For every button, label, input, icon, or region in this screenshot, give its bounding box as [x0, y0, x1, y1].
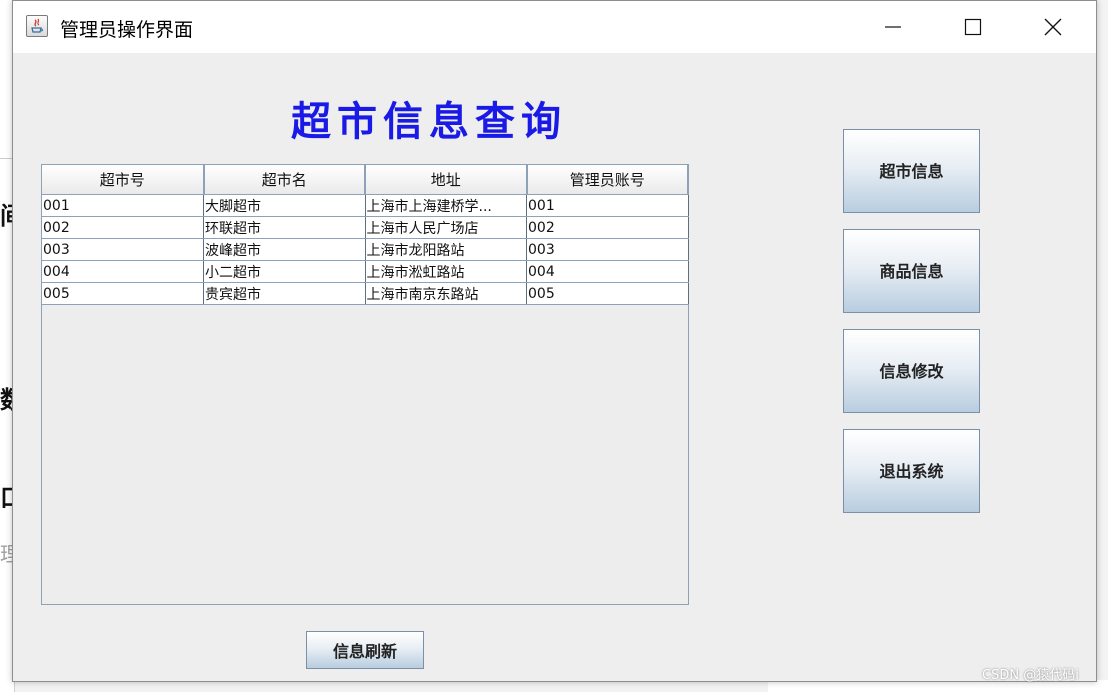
- table-cell[interactable]: 001: [526, 194, 689, 217]
- table-row[interactable]: 005 贵宾超市 上海市南京东路站 005: [42, 282, 689, 305]
- exit-system-button[interactable]: 退出系统: [843, 429, 980, 513]
- column-header[interactable]: 超市号: [42, 165, 205, 195]
- table-cell[interactable]: 004: [42, 260, 204, 283]
- column-header[interactable]: 超市名: [203, 165, 366, 195]
- minimize-icon: [885, 26, 901, 28]
- minimize-button[interactable]: [858, 1, 928, 53]
- table-header-row: 超市号 超市名 地址 管理员账号: [42, 165, 689, 195]
- table-row[interactable]: 002 环联超市 上海市人民广场店 002: [42, 216, 689, 239]
- table-cell[interactable]: 大脚超市: [203, 194, 366, 217]
- java-app-icon: [26, 15, 48, 37]
- column-header[interactable]: 地址: [365, 165, 528, 195]
- table-cell[interactable]: 波峰超市: [203, 238, 366, 261]
- maximize-button[interactable]: [938, 1, 1008, 53]
- watermark: CSDN @猿代码i: [982, 668, 1079, 683]
- table-cell[interactable]: 上海市龙阳路站: [365, 238, 527, 261]
- supermarket-info-button[interactable]: 超市信息: [843, 129, 980, 213]
- table-cell[interactable]: 上海市南京东路站: [365, 282, 527, 305]
- table-cell[interactable]: 003: [42, 238, 204, 261]
- table-cell[interactable]: 004: [526, 260, 689, 283]
- table-cell[interactable]: 上海市淞虹路站: [365, 260, 527, 283]
- title-bar[interactable]: 管理员操作界面: [13, 1, 1096, 53]
- table-row[interactable]: 001 大脚超市 上海市上海建桥学... 001: [42, 194, 689, 217]
- admin-window: 管理员操作界面 超市信息查询 超市号 超市名 地址 管理员账号 001 大脚超市…: [12, 0, 1097, 682]
- product-info-button[interactable]: 商品信息: [843, 229, 980, 313]
- maximize-icon: [964, 18, 982, 36]
- column-header[interactable]: 管理员账号: [526, 165, 689, 195]
- supermarket-table[interactable]: 超市号 超市名 地址 管理员账号 001 大脚超市 上海市上海建桥学... 00…: [41, 164, 689, 605]
- close-icon: [1044, 18, 1062, 36]
- modify-info-button[interactable]: 信息修改: [843, 329, 980, 413]
- table-row[interactable]: 004 小二超市 上海市淞虹路站 004: [42, 260, 689, 283]
- table-cell[interactable]: 005: [526, 282, 689, 305]
- table-cell[interactable]: 002: [42, 216, 204, 239]
- page-title: 超市信息查询: [291, 98, 567, 145]
- refresh-button[interactable]: 信息刷新: [306, 631, 424, 669]
- table-cell[interactable]: 贵宾超市: [203, 282, 366, 305]
- table-cell[interactable]: 小二超市: [203, 260, 366, 283]
- window-title: 管理员操作界面: [60, 19, 194, 41]
- table-cell[interactable]: 005: [42, 282, 204, 305]
- table-cell[interactable]: 上海市上海建桥学...: [365, 194, 527, 217]
- table-cell[interactable]: 环联超市: [203, 216, 366, 239]
- table-row[interactable]: 003 波峰超市 上海市龙阳路站 003: [42, 238, 689, 261]
- table-cell[interactable]: 001: [42, 194, 204, 217]
- table-cell[interactable]: 002: [526, 216, 689, 239]
- table-cell[interactable]: 上海市人民广场店: [365, 216, 527, 239]
- table-cell[interactable]: 003: [526, 238, 689, 261]
- close-button[interactable]: [1018, 1, 1088, 53]
